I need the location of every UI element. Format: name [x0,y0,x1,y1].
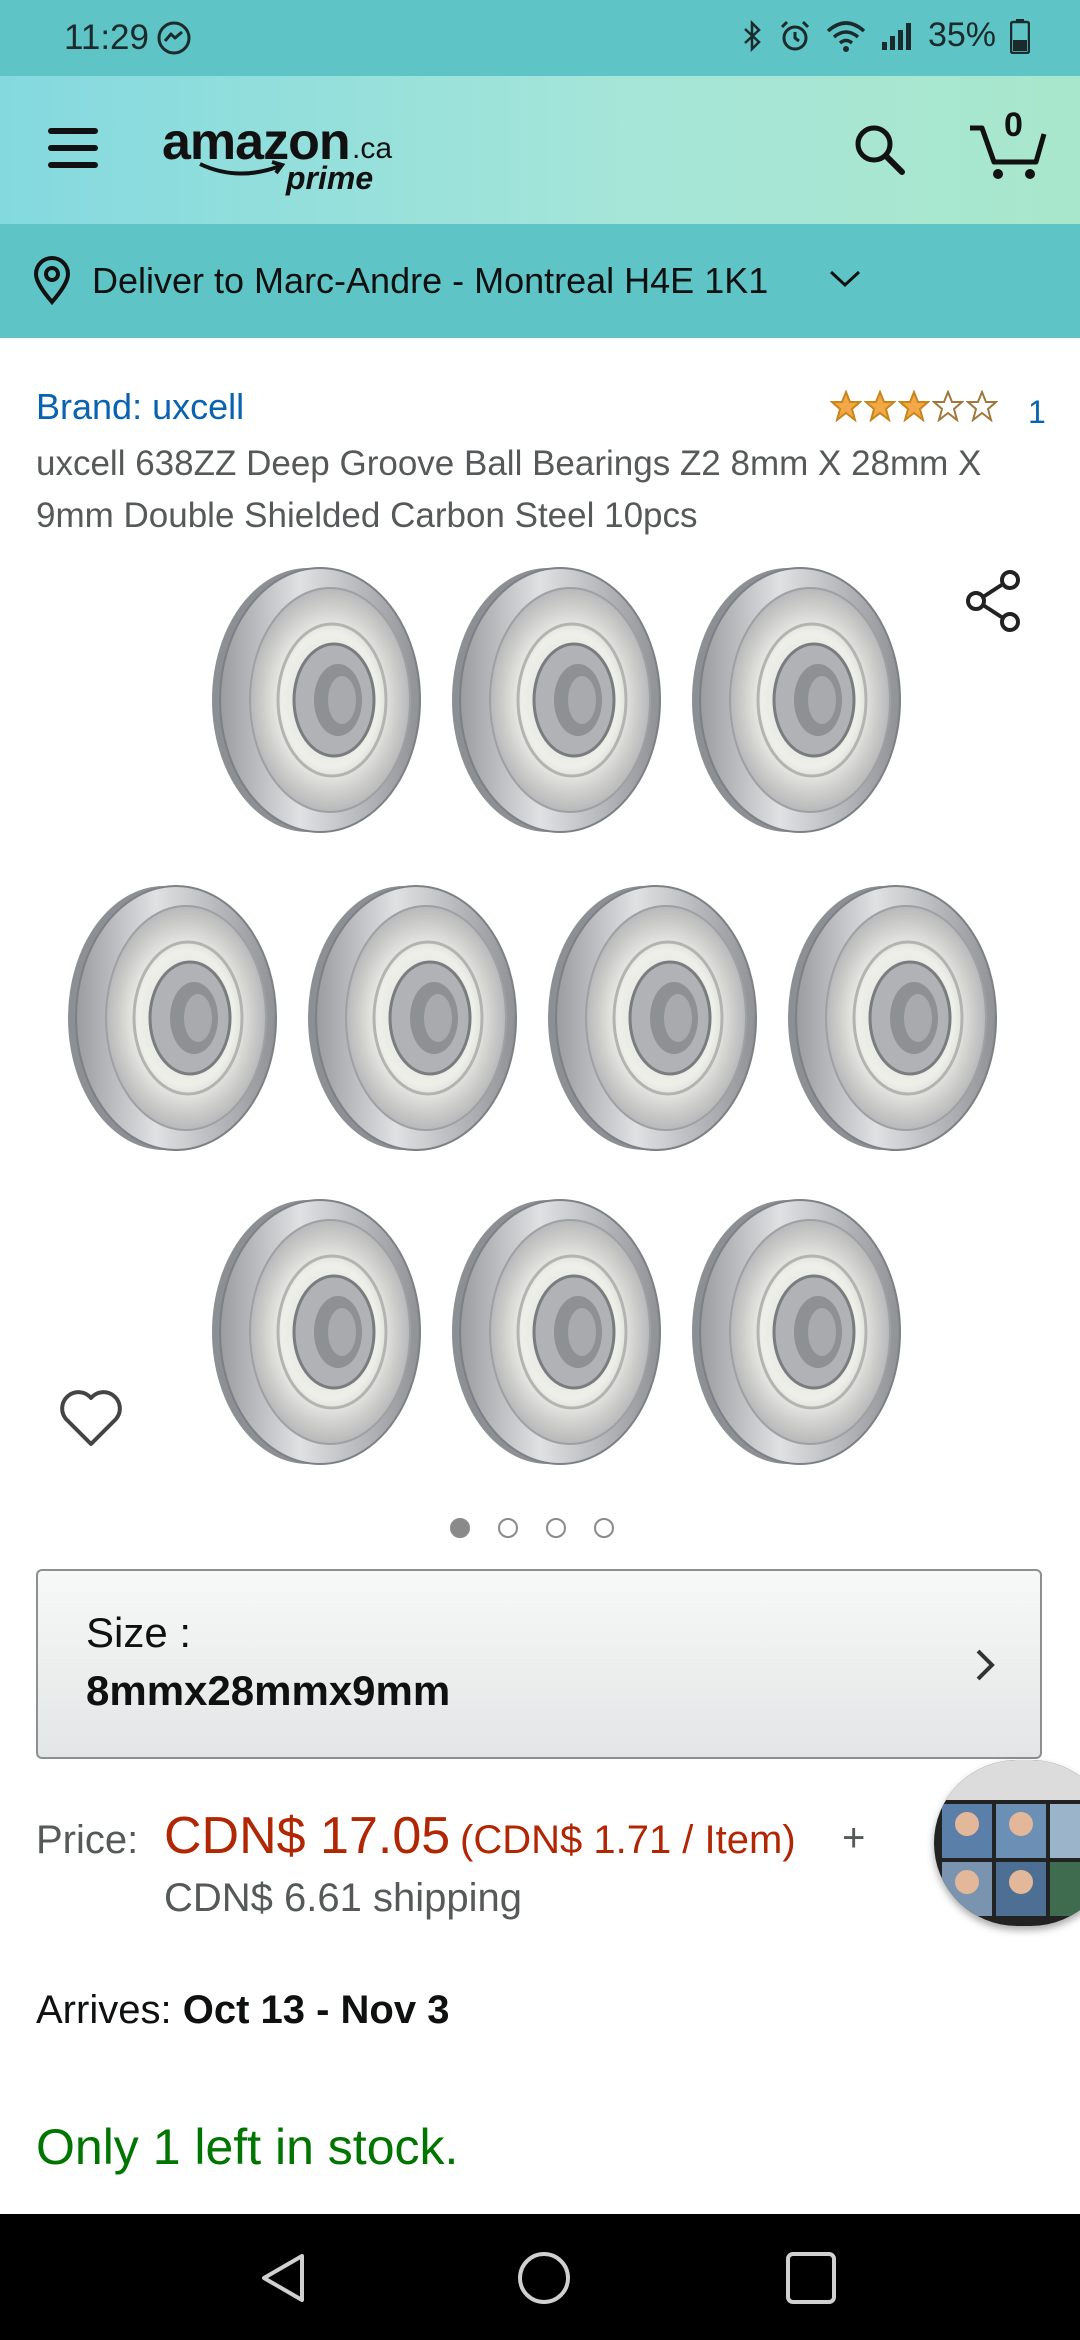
back-nav-icon[interactable] [256,2250,308,2306]
rating-count[interactable]: 1 [1028,394,1046,431]
deliver-to-bar[interactable]: Deliver to Marc-Andre - Montreal H4E 1K1 [0,224,1080,338]
hamburger-menu-icon[interactable] [48,126,100,170]
floating-chat-bubble[interactable] [934,1760,1080,1926]
bearing-row-1 [210,566,902,834]
brand-link[interactable]: Brand: uxcell [36,386,244,428]
recents-nav-icon[interactable] [784,2250,838,2306]
messenger-icon [157,21,191,55]
star-filled-icon [864,390,896,422]
logo-prime: prime [286,160,374,196]
star-filled-icon [898,390,930,422]
pagination-dot[interactable] [546,1518,566,1538]
pagination-dot[interactable] [450,1518,470,1538]
amazon-logo[interactable]: amazon .ca prime [162,112,402,202]
bluetooth-icon [744,19,761,52]
price-label: Price: [36,1818,139,1862]
cart-count: 0 [1004,106,1023,144]
battery-icon [1010,18,1030,54]
star-empty-icon [932,390,964,422]
product-image[interactable] [0,560,1080,1480]
status-icons: 35% [742,16,1030,55]
signal-icon [881,22,911,50]
size-label: Size : [86,1609,192,1656]
status-time: 11:29 [64,18,149,57]
stock-status: Only 1 left in stock. [36,2119,459,2175]
arrival-info: Arrives: Oct 13 - Nov 3 [36,1988,449,2033]
star-filled-icon [830,390,862,422]
image-pagination-dots[interactable] [450,1518,614,1538]
home-nav-icon[interactable] [516,2250,572,2306]
smile-arrow-icon [199,160,286,176]
heart-icon[interactable] [58,1388,124,1448]
app-header: amazon .ca prime 0 [0,76,1080,224]
rating-stars[interactable] [830,390,998,422]
size-selector[interactable]: Size : 8mmx28mmx9mm [36,1569,1042,1759]
price-per-item: (CDN$ 1.71 / Item) [460,1818,796,1862]
arrives-date: Oct 13 - Nov 3 [182,1988,450,2032]
bearing-row-3 [210,1198,902,1466]
bubble-thumbnail-image [934,1760,1080,1926]
battery-percent: 35% [927,16,996,54]
deliver-to-text: Deliver to Marc-Andre - Montreal H4E 1K1 [92,260,769,301]
search-icon[interactable] [852,122,908,178]
size-value: 8mmx28mmx9mm [86,1667,451,1714]
star-empty-icon [966,390,998,422]
price-value: CDN$ 17.05 [164,1807,451,1865]
chevron-right-icon [976,1649,995,1681]
price-plus: + [842,1816,866,1860]
chevron-down-icon [829,270,861,288]
arrives-label: Arrives: [36,1988,172,2032]
alarm-icon [780,20,809,50]
shipping-cost: CDN$ 6.61 shipping [164,1876,522,1920]
location-pin-icon [33,256,71,306]
system-nav-bar [0,2214,1080,2340]
bearing-row-2 [66,884,998,1152]
wifi-icon [826,20,866,52]
share-icon[interactable] [964,570,1024,632]
status-bar: 11:29 35% [0,0,1080,76]
pagination-dot[interactable] [594,1518,614,1538]
product-title: uxcell 638ZZ Deep Groove Ball Bearings Z… [36,444,982,535]
cart-button[interactable]: 0 [968,106,1048,184]
pagination-dot[interactable] [498,1518,518,1538]
